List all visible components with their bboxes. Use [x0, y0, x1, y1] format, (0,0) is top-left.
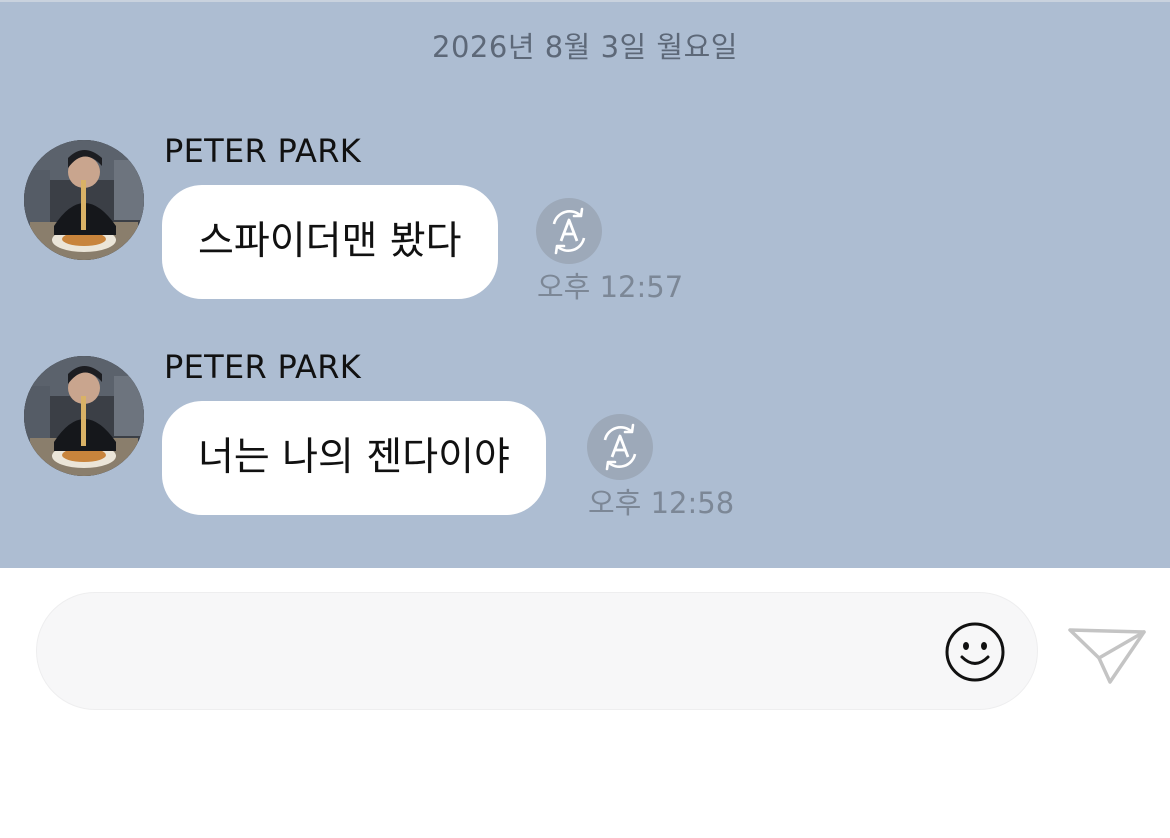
sender-avatar[interactable]	[24, 140, 144, 260]
translate-a-icon	[552, 207, 586, 255]
paper-plane-icon	[1068, 628, 1146, 684]
message-row: PETER PARK 스파이더맨 봤다 오후 12:57	[0, 132, 1170, 310]
send-button[interactable]	[1066, 618, 1148, 688]
emoji-button[interactable]	[943, 620, 1007, 684]
translate-a-icon	[603, 423, 637, 471]
sender-name: PETER PARK	[164, 132, 362, 170]
translate-button[interactable]	[536, 198, 602, 264]
sender-avatar[interactable]	[24, 356, 144, 476]
smiley-face-icon	[945, 622, 1005, 682]
translate-button[interactable]	[587, 414, 653, 480]
avatar-photo	[24, 140, 144, 260]
message-time: 오후 12:58	[588, 486, 735, 520]
message-composer	[36, 592, 1038, 710]
sender-name: PETER PARK	[164, 348, 362, 386]
message-bubble[interactable]: 스파이더맨 봤다	[162, 185, 498, 299]
message-bubble[interactable]: 너는 나의 젠다이야	[162, 401, 546, 515]
message-time: 오후 12:57	[537, 270, 684, 304]
message-input[interactable]	[77, 623, 941, 683]
chat-screen: 2026년 8월 3일 월요일 PETER PARK 스파이더맨 봤다 오후 1…	[0, 0, 1170, 838]
date-divider: 2026년 8월 3일 월요일	[432, 30, 738, 64]
chat-message-area[interactable]: 2026년 8월 3일 월요일 PETER PARK 스파이더맨 봤다 오후 1…	[0, 0, 1170, 568]
avatar-photo	[24, 356, 144, 476]
message-row: PETER PARK 너는 나의 젠다이야 오후 12:58	[0, 348, 1170, 526]
